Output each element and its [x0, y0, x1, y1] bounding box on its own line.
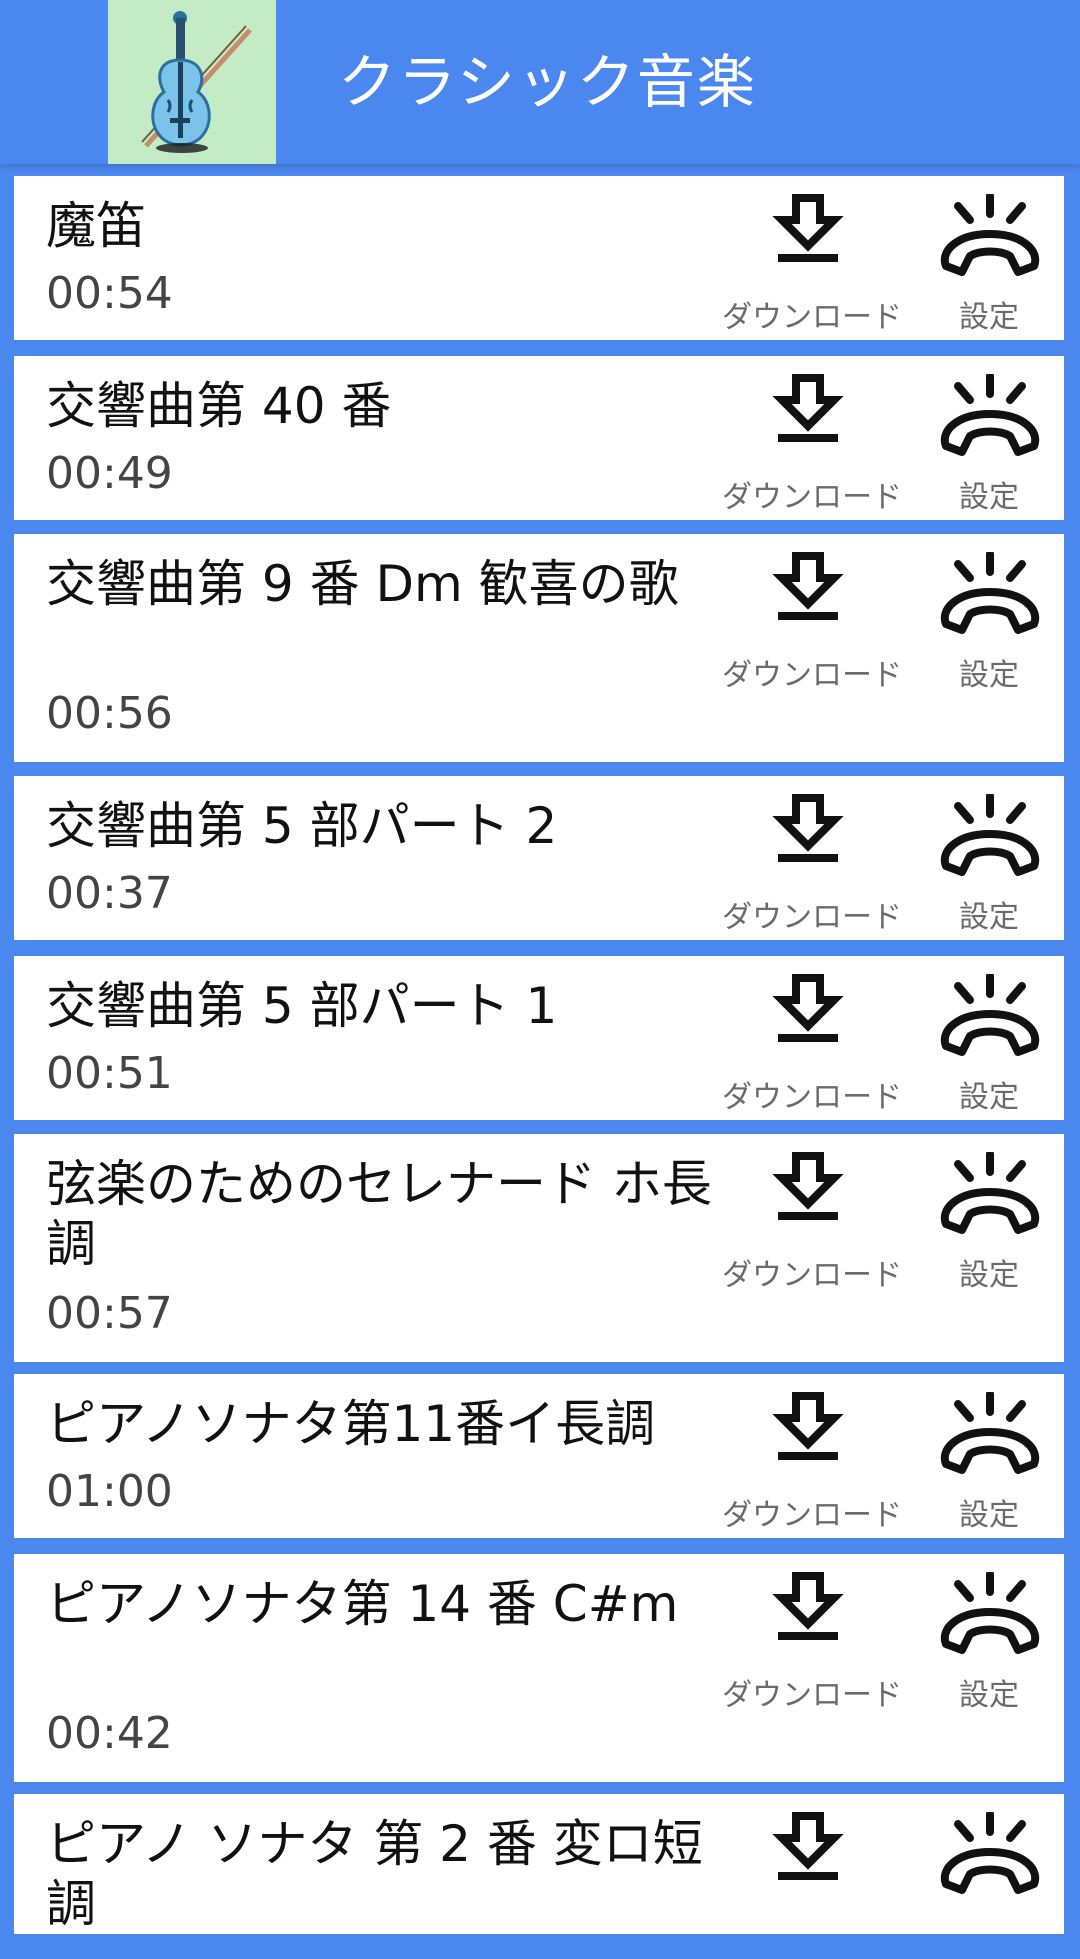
app-title: クラシック音楽 [338, 48, 757, 116]
set-ringtone-button[interactable]: 設定 [924, 1554, 1054, 1719]
settings-label: 設定 [959, 658, 1019, 693]
download-icon [772, 794, 844, 870]
song-title: ピアノ ソナタ 第 2 番 変ロ短調 [46, 1815, 703, 1933]
ringing-phone-icon [938, 372, 1042, 460]
download-label: ダウンロード [722, 1258, 902, 1293]
download-icon [772, 194, 844, 270]
song-duration: 00:56 [46, 688, 173, 739]
download-button[interactable]: ダウンロード [712, 776, 912, 941]
song-title: 交響曲第 9 番 Dm 歓喜の歌 [46, 555, 679, 613]
set-ringtone-button[interactable]: 設定 [924, 356, 1054, 521]
download-label: ダウンロード [722, 1498, 902, 1533]
song-title: 交響曲第 40 番 [46, 377, 392, 435]
song-duration: 00:49 [46, 448, 173, 499]
ringing-phone-icon [938, 1150, 1042, 1238]
download-button[interactable]: ダウンロード [712, 356, 912, 521]
set-ringtone-button[interactable]: 設定 [924, 1374, 1054, 1539]
download-icon [772, 552, 844, 628]
download-icon [772, 374, 844, 450]
song-duration: 00:54 [46, 268, 173, 319]
song-duration: 01:00 [46, 1466, 173, 1517]
set-ringtone-button[interactable] [924, 1794, 1054, 1959]
download-label: ダウンロード [722, 900, 902, 935]
settings-label: 設定 [959, 1080, 1019, 1115]
ringing-phone-icon [938, 972, 1042, 1060]
download-button[interactable]: ダウンロード [712, 1374, 912, 1539]
download-label: ダウンロード [722, 480, 902, 515]
song-row[interactable]: 弦楽のためのセレナード ホ長調 00:57 ダウンロード 設定 [14, 1134, 1064, 1362]
song-duration: 00:57 [46, 1288, 173, 1339]
download-label: ダウンロード [722, 1080, 902, 1115]
song-row[interactable]: 交響曲第 5 部パート 2 00:37 ダウンロード 設定 [14, 776, 1064, 940]
download-button[interactable]: ダウンロード [712, 534, 912, 699]
download-icon [772, 974, 844, 1050]
settings-label: 設定 [959, 480, 1019, 515]
song-row[interactable]: 魔笛 00:54 ダウンロード 設定 [14, 176, 1064, 340]
song-row[interactable]: 交響曲第 40 番 00:49 ダウンロード 設定 [14, 356, 1064, 520]
set-ringtone-button[interactable]: 設定 [924, 534, 1054, 699]
download-button[interactable]: ダウンロード [712, 1554, 912, 1719]
download-icon [772, 1572, 844, 1648]
song-title: ピアノソナタ第11番イ長調 [46, 1395, 656, 1453]
song-row[interactable]: 交響曲第 9 番 Dm 歓喜の歌 00:56 ダウンロード 設定 [14, 534, 1064, 762]
settings-label: 設定 [959, 900, 1019, 935]
settings-label: 設定 [959, 1678, 1019, 1713]
song-duration: 00:42 [46, 1708, 173, 1759]
set-ringtone-button[interactable]: 設定 [924, 776, 1054, 941]
download-icon [772, 1152, 844, 1228]
song-title: 交響曲第 5 部パート 1 [46, 977, 558, 1035]
song-title: 魔笛 [46, 197, 146, 255]
ringing-phone-icon [938, 192, 1042, 280]
settings-label: 設定 [959, 1498, 1019, 1533]
song-row[interactable]: ピアノソナタ第 14 番 C#m 00:42 ダウンロード 設定 [14, 1554, 1064, 1782]
song-title: 弦楽のためのセレナード ホ長調 [46, 1155, 712, 1273]
settings-label: 設定 [959, 300, 1019, 335]
song-duration: 00:51 [46, 1048, 173, 1099]
download-button[interactable] [712, 1794, 912, 1959]
settings-label: 設定 [959, 1258, 1019, 1293]
ringing-phone-icon [938, 792, 1042, 880]
download-button[interactable]: ダウンロード [712, 176, 912, 341]
download-label: ダウンロード [722, 658, 902, 693]
download-button[interactable]: ダウンロード [712, 956, 912, 1121]
set-ringtone-button[interactable]: 設定 [924, 176, 1054, 341]
app-header: クラシック音楽 [0, 0, 1080, 164]
song-row[interactable]: 交響曲第 5 部パート 1 00:51 ダウンロード 設定 [14, 956, 1064, 1120]
download-label: ダウンロード [722, 300, 902, 335]
download-icon [772, 1812, 844, 1888]
set-ringtone-button[interactable]: 設定 [924, 1134, 1054, 1299]
song-title: 交響曲第 5 部パート 2 [46, 797, 558, 855]
song-title: ピアノソナタ第 14 番 C#m [46, 1575, 679, 1633]
ringing-phone-icon [938, 1390, 1042, 1478]
song-row[interactable]: ピアノソナタ第11番イ長調 01:00 ダウンロード 設定 [14, 1374, 1064, 1538]
ringing-phone-icon [938, 550, 1042, 638]
set-ringtone-button[interactable]: 設定 [924, 956, 1054, 1121]
violin-icon [108, 0, 276, 164]
song-duration: 00:37 [46, 868, 173, 919]
download-button[interactable]: ダウンロード [712, 1134, 912, 1299]
download-label: ダウンロード [722, 1678, 902, 1713]
ringing-phone-icon [938, 1810, 1042, 1898]
ringing-phone-icon [938, 1570, 1042, 1658]
download-icon [772, 1392, 844, 1468]
song-row[interactable]: ピアノ ソナタ 第 2 番 変ロ短調 [14, 1794, 1064, 1934]
